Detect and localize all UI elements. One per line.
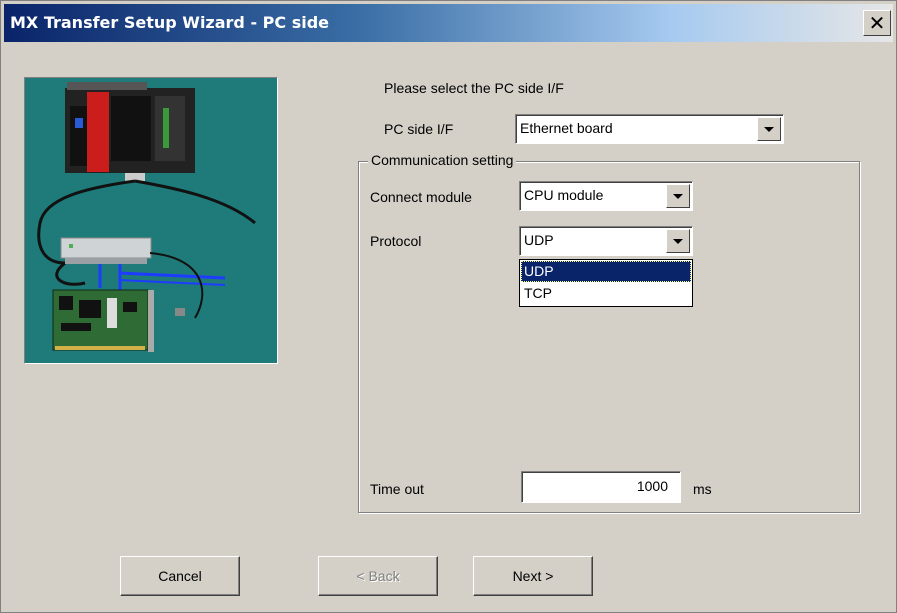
back-button[interactable]: < Back bbox=[318, 556, 438, 596]
connect-module-label: Connect module bbox=[370, 189, 472, 205]
title-bar[interactable]: MX Transfer Setup Wizard - PC side ✕ bbox=[4, 4, 893, 42]
communication-setting-group bbox=[358, 161, 860, 513]
next-button[interactable]: Next > bbox=[473, 556, 593, 596]
timeout-input[interactable]: 1000 bbox=[521, 471, 681, 503]
pc-side-if-label: PC side I/F bbox=[384, 121, 454, 137]
protocol-option-tcp[interactable]: TCP bbox=[521, 283, 691, 304]
protocol-label: Protocol bbox=[370, 233, 422, 249]
pc-side-if-select[interactable]: Ethernet board bbox=[515, 114, 784, 144]
timeout-value: 1000 bbox=[636, 478, 668, 494]
connect-module-value: CPU module bbox=[524, 187, 604, 203]
protocol-dropdown-list: UDP TCP bbox=[519, 259, 693, 307]
plc-network-illustration bbox=[24, 77, 278, 364]
close-icon: ✕ bbox=[868, 11, 886, 35]
timeout-label: Time out bbox=[370, 481, 424, 497]
chevron-down-icon[interactable] bbox=[757, 117, 781, 141]
chevron-down-icon[interactable] bbox=[666, 184, 690, 208]
communication-setting-title: Communication setting bbox=[368, 152, 517, 168]
protocol-value: UDP bbox=[524, 232, 554, 248]
pc-side-if-value: Ethernet board bbox=[520, 120, 613, 136]
timeout-unit: ms bbox=[693, 481, 712, 497]
window-title: MX Transfer Setup Wizard - PC side bbox=[10, 13, 330, 32]
protocol-select[interactable]: UDP bbox=[519, 226, 693, 256]
chevron-down-icon[interactable] bbox=[666, 229, 690, 253]
instruction-text: Please select the PC side I/F bbox=[384, 80, 564, 96]
protocol-option-udp[interactable]: UDP bbox=[521, 261, 691, 282]
wizard-window: MX Transfer Setup Wizard - PC side ✕ Ple… bbox=[0, 0, 897, 613]
close-button[interactable]: ✕ bbox=[863, 10, 891, 36]
connect-module-select[interactable]: CPU module bbox=[519, 181, 693, 211]
cancel-button[interactable]: Cancel bbox=[120, 556, 240, 596]
